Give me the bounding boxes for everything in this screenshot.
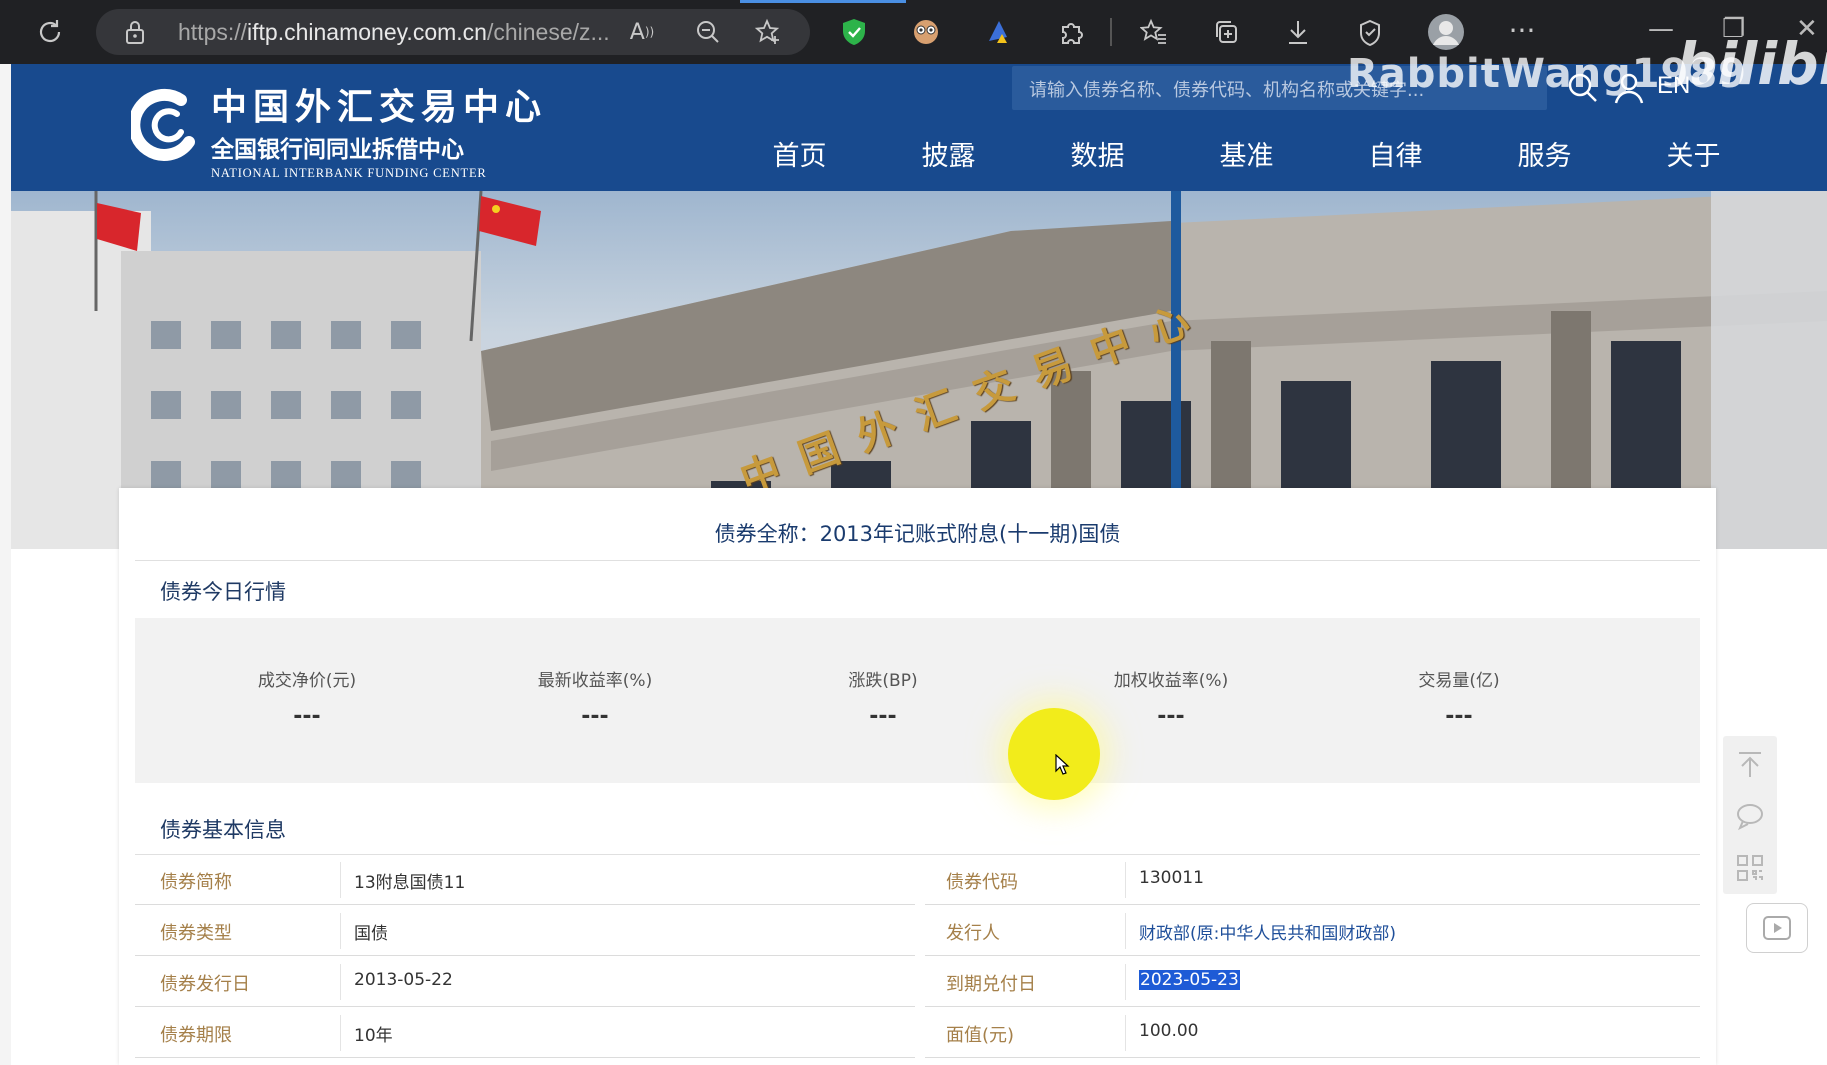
minimize-icon[interactable]: — [1648, 14, 1674, 44]
performance-icon[interactable] [1350, 12, 1390, 52]
quote-label: 加权收益率(%) [1113, 671, 1229, 691]
address-bar[interactable]: https://iftp.chinamoney.com.cn/chinese/z… [96, 9, 810, 55]
row-divider [135, 1057, 915, 1058]
quote-label: 交易量(亿) [1418, 671, 1500, 691]
nav-benchmark[interactable]: 基准 [1172, 134, 1321, 174]
info-label: 债券发行日 [160, 974, 250, 995]
play-icon [1763, 916, 1791, 940]
logo-en: NATIONAL INTERBANK FUNDING CENTER [211, 166, 487, 180]
video-play-button[interactable] [1746, 903, 1808, 953]
extension-warning-icon[interactable] [978, 12, 1018, 52]
tab-indicator [740, 0, 906, 3]
info-label: 债券简称 [160, 872, 232, 893]
logo-cn-main: 中国外汇交易中心 [211, 86, 548, 128]
more-menu-icon[interactable]: ··· [1502, 10, 1542, 50]
cell-separator [340, 1015, 341, 1051]
toolbar-divider [1110, 18, 1112, 46]
info-value: 100.00 [1139, 1021, 1199, 1041]
profile-avatar-icon[interactable] [1426, 12, 1466, 52]
info-label: 债券类型 [160, 923, 232, 944]
info-value: 2013-05-22 [354, 970, 453, 990]
refresh-icon[interactable] [30, 12, 70, 52]
info-label: 发行人 [946, 923, 1000, 944]
bilibili-logo: bilibili [1676, 30, 1827, 98]
divider [135, 560, 1700, 561]
info-value: 国债 [354, 924, 388, 944]
info-value: 10年 [354, 1026, 393, 1046]
table-row: 债券类型 国债 发行人 财政部(原:中华人民共和国财政部) [135, 905, 1700, 956]
download-icon[interactable] [1278, 12, 1318, 52]
nav-about[interactable]: 关于 [1619, 134, 1768, 174]
nav-disclosure[interactable]: 披露 [874, 134, 1023, 174]
cell-separator [340, 964, 341, 1000]
info-label: 债券代码 [946, 872, 1018, 893]
shield-icon[interactable] [834, 12, 874, 52]
extensions-puzzle-icon[interactable] [1052, 12, 1092, 52]
cell-separator [1125, 913, 1126, 949]
cell-separator [1125, 862, 1126, 898]
zoom-out-icon[interactable] [688, 12, 728, 52]
site-logo[interactable]: 中国外汇交易中心 全国银行间同业拆借中心 NATIONAL INTERBANK … [123, 74, 541, 186]
cell-separator [1125, 1015, 1126, 1051]
quote-value: --- [1445, 704, 1473, 729]
info-label: 面值(元) [946, 1025, 1015, 1046]
info-section-title: 债券基本信息 [160, 818, 286, 842]
issuer-link[interactable]: 财政部(原:中华人民共和国财政部) [1139, 919, 1396, 944]
main-nav: 首页 披露 数据 基准 自律 服务 关于 [725, 134, 1768, 174]
logo-emblem-icon [131, 88, 195, 161]
info-value-selected[interactable]: 2023-05-23 [1139, 970, 1240, 990]
row-divider [925, 1057, 1700, 1058]
chat-icon[interactable] [1723, 790, 1777, 842]
quote-area: 成交净价(元) --- 最新收益率(%) --- 涨跌(BP) --- 加权收益… [135, 618, 1700, 783]
quote-label: 成交净价(元) [257, 671, 357, 691]
favorite-add-icon[interactable] [748, 12, 788, 52]
lock-icon[interactable] [124, 19, 146, 49]
quote-value: --- [293, 704, 321, 729]
quote-volume: 交易量(亿) --- [1315, 618, 1603, 783]
cell-separator [340, 913, 341, 949]
selected-text[interactable]: 2023-05-23 [1139, 970, 1240, 990]
info-value: 130011 [1139, 868, 1204, 888]
read-aloud-icon[interactable]: A)) [622, 12, 662, 52]
nav-self-regulation[interactable]: 自律 [1321, 134, 1470, 174]
table-row: 债券期限 10年 面值(元) 100.00 [135, 1007, 1700, 1058]
mouse-cursor-icon [1055, 754, 1070, 775]
logo-cn-sub: 全国银行间同业拆借中心 [211, 136, 464, 163]
quote-value: --- [869, 704, 897, 729]
page-left-edge [0, 64, 11, 1065]
table-row: 债券发行日 2013-05-22 到期兑付日 2023-05-23 [135, 956, 1700, 1007]
info-value: 13附息国债11 [354, 873, 466, 893]
url-text[interactable]: https://iftp.chinamoney.com.cn/chinese/z… [178, 19, 610, 46]
bond-full-name: 债券全称：2013年记账式附息(十一期)国债 [714, 522, 1121, 546]
cell-separator [340, 862, 341, 898]
qr-code-icon[interactable] [1723, 842, 1777, 894]
nav-services[interactable]: 服务 [1470, 134, 1619, 174]
info-label: 债券期限 [160, 1025, 232, 1046]
extension-face-icon[interactable] [906, 12, 946, 52]
cursor-highlight [1008, 708, 1100, 800]
collections-icon[interactable] [1206, 12, 1246, 52]
nav-data[interactable]: 数据 [1023, 134, 1172, 174]
quote-clean-price: 成交净价(元) --- [163, 618, 451, 783]
bond-detail-panel: 债券全称：2013年记账式附息(十一期)国债 债券今日行情 成交净价(元) --… [119, 488, 1716, 1065]
cell-separator [1125, 964, 1126, 1000]
quote-label: 最新收益率(%) [537, 671, 653, 691]
nav-home[interactable]: 首页 [725, 134, 874, 174]
quote-latest-yield: 最新收益率(%) --- [451, 618, 739, 783]
quote-value: --- [581, 704, 609, 729]
quote-label: 涨跌(BP) [848, 671, 918, 691]
side-toolbar [1723, 736, 1777, 894]
table-row: 债券简称 13附息国债11 债券代码 130011 [135, 854, 1700, 905]
info-label: 到期兑付日 [946, 974, 1036, 995]
favorites-icon[interactable] [1134, 12, 1174, 52]
quote-change-bp: 涨跌(BP) --- [739, 618, 1027, 783]
quote-section-title: 债券今日行情 [160, 580, 286, 604]
back-to-top-icon[interactable] [1723, 738, 1777, 790]
